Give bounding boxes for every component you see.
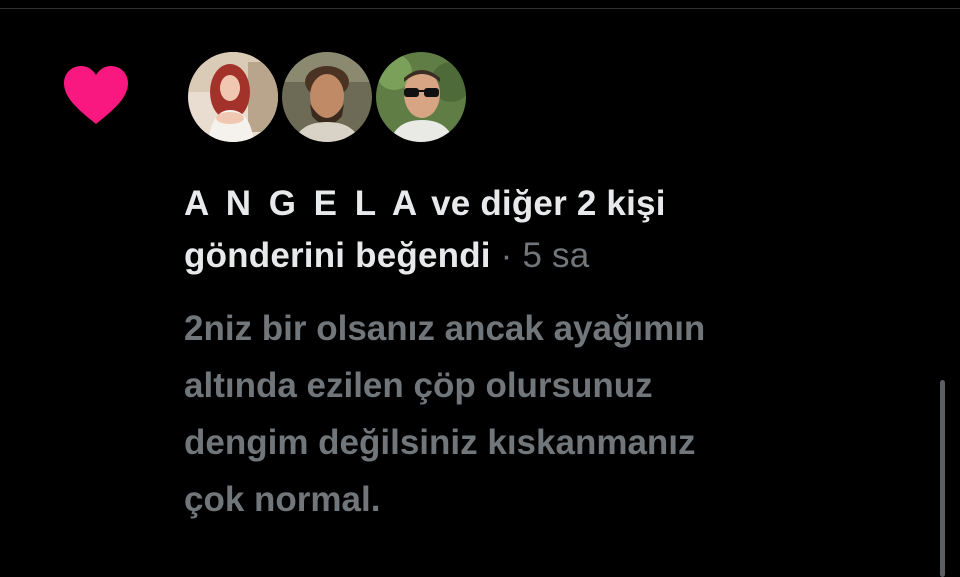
- action-text-line2: gönderini beğendi: [184, 236, 491, 275]
- top-divider: [0, 8, 960, 9]
- scrollbar[interactable]: [940, 380, 945, 577]
- action-text-line1: ve diğer 2 kişi: [421, 184, 666, 223]
- user-name-link[interactable]: A N G E L A: [184, 184, 421, 223]
- avatar-user-3[interactable]: [376, 52, 466, 142]
- avatar-angela[interactable]: [188, 52, 278, 142]
- timestamp[interactable]: 5 sa: [522, 236, 589, 275]
- notification-text: A N G E L A ve diğer 2 kişi gönderini be…: [184, 178, 884, 282]
- tweet-text[interactable]: 2niz bir olsanız ancak ayağımın altında …: [184, 300, 884, 528]
- separator-dot: ·: [490, 236, 523, 275]
- avatar-group: [188, 52, 466, 142]
- avatar-user-2[interactable]: [282, 52, 372, 142]
- heart-icon: [64, 66, 128, 124]
